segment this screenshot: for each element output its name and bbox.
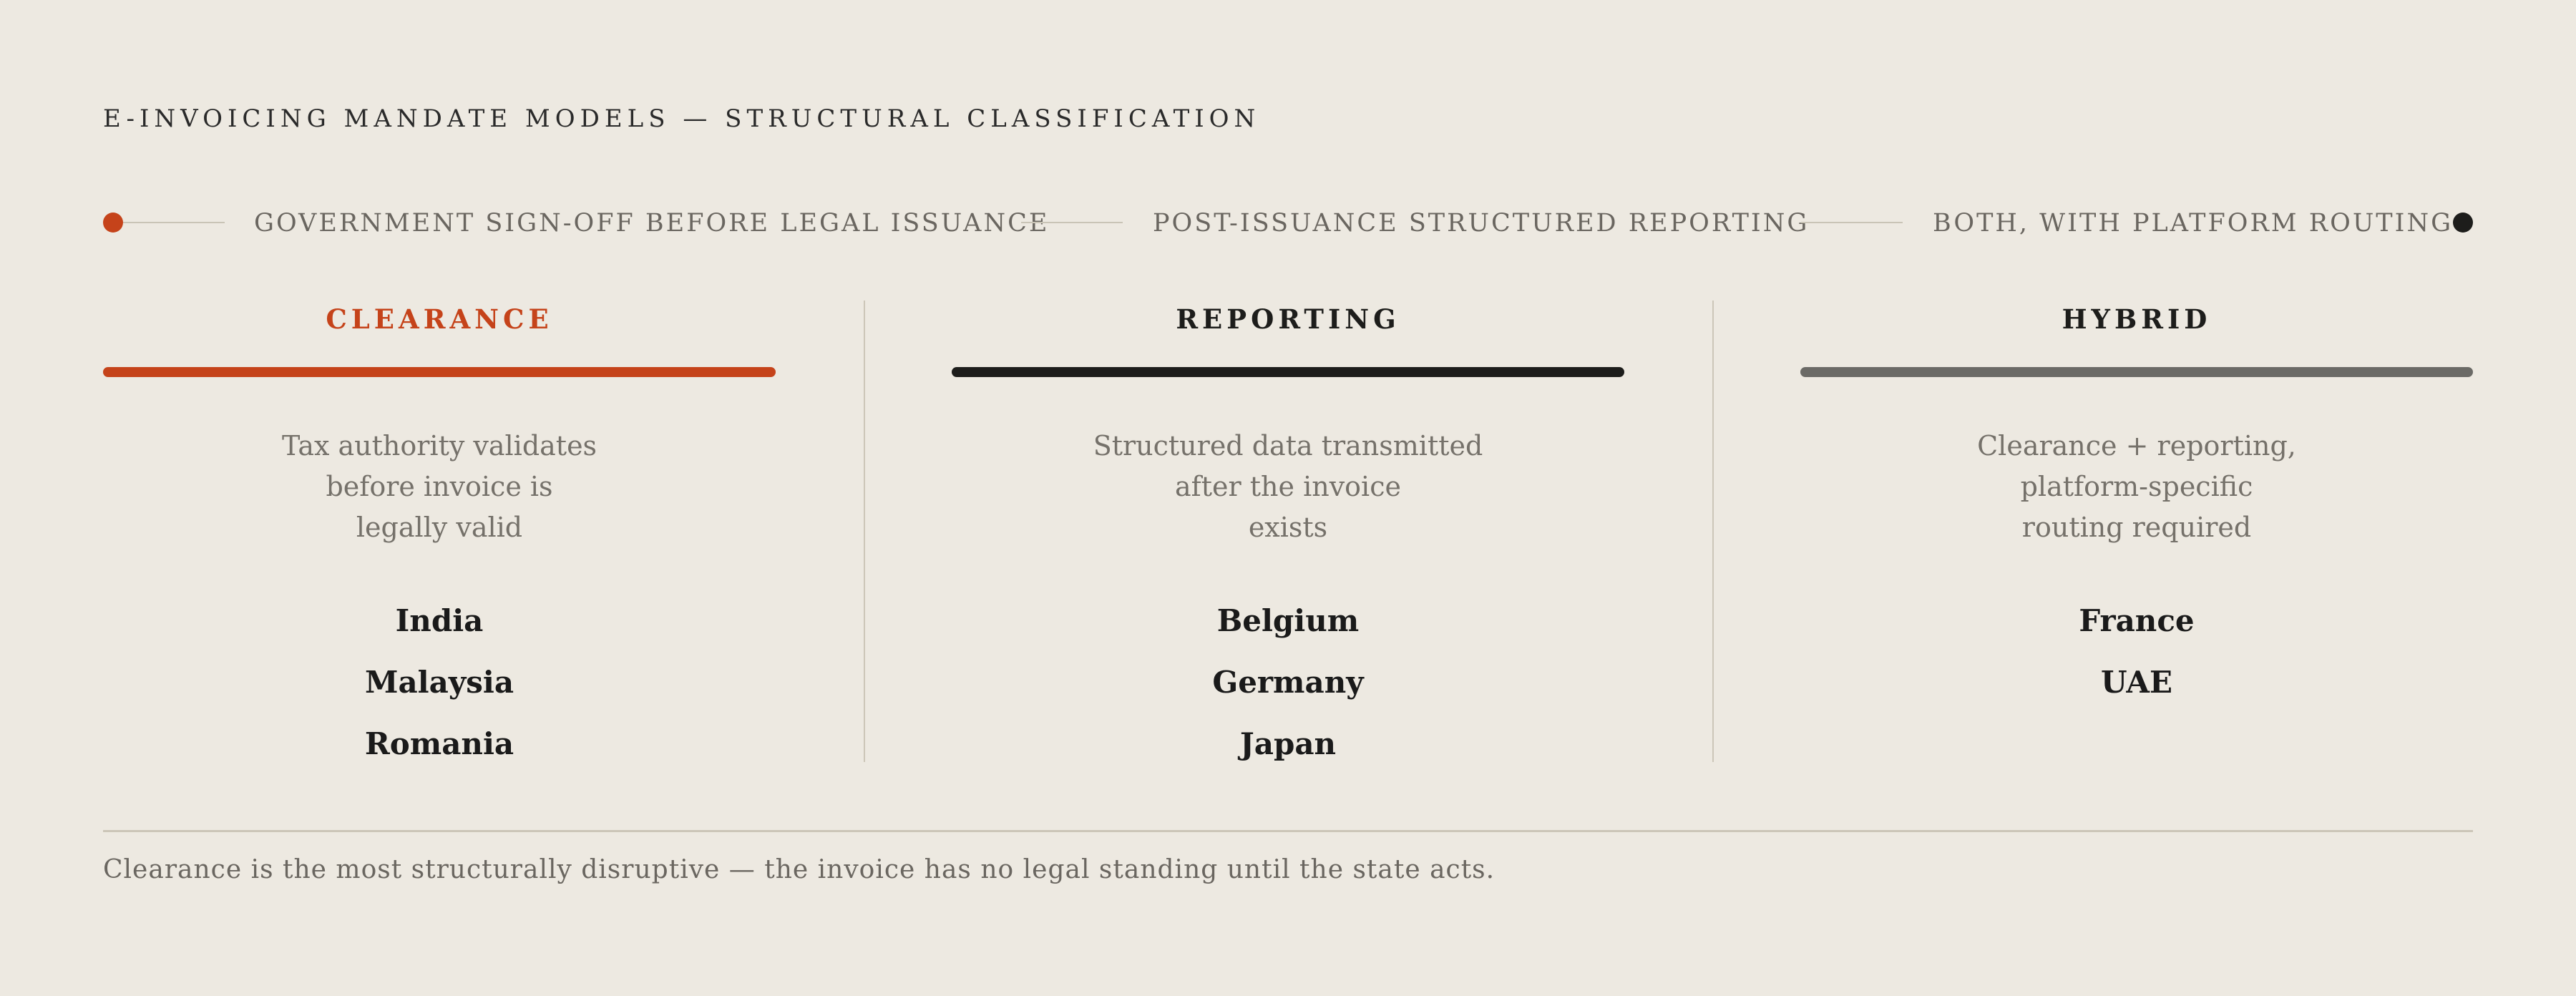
reporting-column: REPORTING Structured data transmitted af… (952, 301, 1624, 762)
clearance-marker-dot (103, 213, 123, 233)
legend-end-label: BOTH, WITH PLATFORM ROUTING (1933, 209, 2454, 238)
hybrid-title: HYBRID (2062, 303, 2212, 335)
clearance-title: CLEARANCE (326, 303, 553, 335)
country-item: Romania (364, 726, 514, 761)
description-line: before invoice is (326, 471, 553, 502)
description-line: after the invoice (1175, 471, 1401, 502)
reporting-title: REPORTING (1176, 303, 1400, 335)
reporting-description: Structured data transmitted after the in… (952, 426, 1624, 548)
clearance-bar (103, 367, 776, 377)
classification-spectrum: GOVERNMENT SIGN-OFF BEFORE LEGAL ISSUANC… (103, 208, 2473, 239)
hybrid-marker-dot (2453, 213, 2473, 233)
spectrum-rule (123, 222, 225, 223)
description-line: routing required (2021, 512, 2252, 543)
column-divider (864, 301, 865, 762)
footer-divider (103, 830, 2473, 832)
clearance-country-list: India Malaysia Romania (103, 590, 776, 775)
country-item: India (395, 603, 484, 638)
footer-note: Clearance is the most structurally disru… (103, 855, 1496, 884)
diagram-title: E-INVOICING MANDATE MODELS — STRUCTURAL … (103, 104, 1261, 133)
mandate-model-columns: CLEARANCE Tax authority validates before… (103, 301, 2473, 762)
description-line: exists (1248, 512, 1328, 543)
description-line: legally valid (356, 512, 523, 543)
clearance-description: Tax authority validates before invoice i… (103, 426, 776, 548)
country-item: Japan (1239, 726, 1337, 761)
spectrum-rule (1801, 222, 1903, 223)
description-line: Tax authority validates (281, 430, 597, 462)
clearance-column: CLEARANCE Tax authority validates before… (103, 301, 776, 762)
hybrid-bar (1800, 367, 2473, 377)
hybrid-country-list: France UAE (1800, 590, 2473, 713)
reporting-country-list: Belgium Germany Japan (952, 590, 1624, 775)
reporting-bar (952, 367, 1624, 377)
country-item: UAE (2101, 665, 2172, 700)
hybrid-description: Clearance + reporting, platform-specific… (1800, 426, 2473, 548)
legend-middle-label: POST-ISSUANCE STRUCTURED REPORTING (1153, 209, 1810, 238)
legend-start-label: GOVERNMENT SIGN-OFF BEFORE LEGAL ISSUANC… (254, 209, 1050, 238)
column-divider (1712, 301, 1714, 762)
hybrid-column: HYBRID Clearance + reporting, platform-s… (1800, 301, 2473, 762)
country-item: Belgium (1216, 603, 1360, 638)
description-line: platform-specific (2020, 471, 2253, 502)
spectrum-rule (1021, 222, 1123, 223)
description-line: Clearance + reporting, (1977, 430, 2296, 462)
country-item: Germany (1212, 665, 1364, 700)
description-line: Structured data transmitted (1093, 430, 1483, 462)
country-item: Malaysia (364, 665, 514, 700)
country-item: France (2079, 603, 2195, 638)
